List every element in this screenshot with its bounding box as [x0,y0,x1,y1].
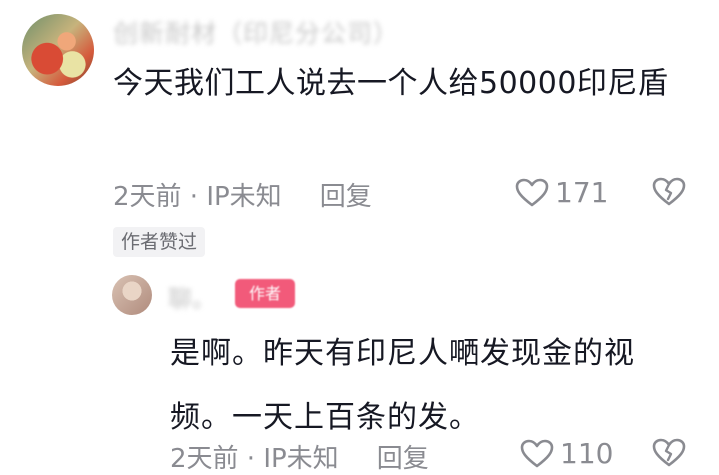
reply-reply-button[interactable]: 回复 [377,444,429,474]
like-count: 171 [555,176,609,209]
comment-time: 2天前 · IP未知 [113,182,282,212]
reply-meta: 2天前 · IP未知 回复 [170,438,429,475]
reply-dislike-button[interactable] [652,438,686,472]
reply-time: 2天前 · IP未知 [170,444,339,474]
heart-outline-icon [515,178,549,206]
commenter-username[interactable]: 创新耐材（印尼分公司） [113,14,399,50]
author-liked-tag: 作者赞过 [113,227,206,257]
comment-meta: 2天前 · IP未知 回复 [113,176,372,213]
broken-heart-icon [652,438,686,467]
commenter-avatar[interactable] [22,14,94,86]
dislike-button[interactable] [652,177,686,211]
reply-like-button[interactable]: 110 [520,437,613,470]
comment-text: 今天我们工人说去一个人给50000印尼盾 [113,66,669,101]
broken-heart-icon [652,177,686,206]
reply-username[interactable]: 聊。 [168,279,216,314]
heart-outline-icon [520,439,554,467]
author-badge: 作者 [235,279,295,308]
reply-avatar[interactable] [112,275,152,315]
reply-button[interactable]: 回复 [320,182,372,212]
reply-text: 是啊。昨天有印尼人嗮发现金的视频。一天上百条的发。 [170,336,635,435]
reply-like-count: 110 [560,437,614,470]
like-button[interactable]: 171 [515,176,608,209]
